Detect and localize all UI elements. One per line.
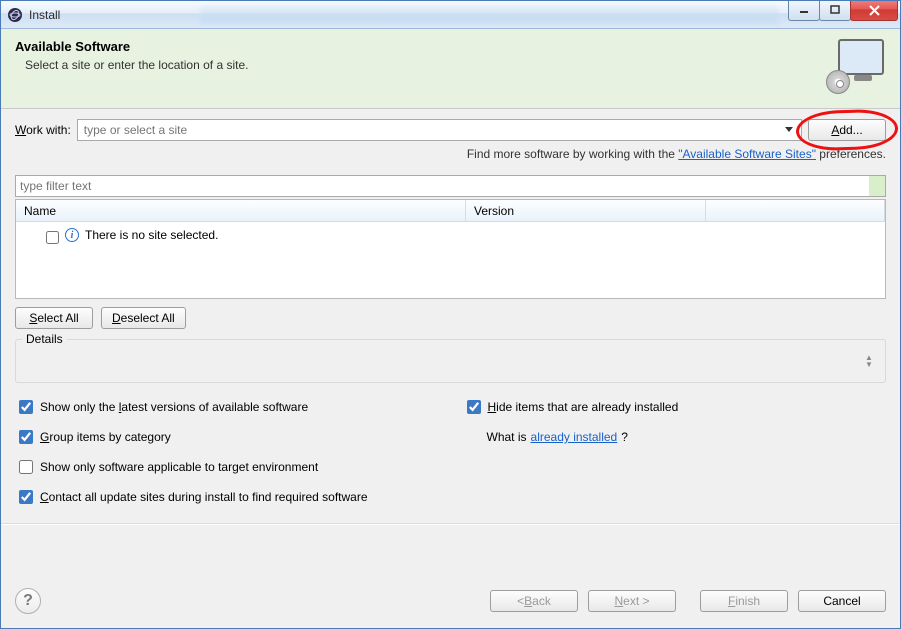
column-name[interactable]: Name — [16, 200, 466, 221]
work-with-label: Work with: — [15, 123, 71, 137]
software-tree[interactable]: Name Version i There is no site selected… — [15, 199, 886, 299]
tree-empty-message: There is no site selected. — [85, 228, 218, 242]
tree-item-checkbox[interactable] — [46, 231, 59, 244]
column-version[interactable]: Version — [466, 200, 706, 221]
opt-group-category-checkbox[interactable] — [19, 430, 33, 444]
filter-input[interactable] — [16, 179, 869, 193]
opt-target-env-checkbox[interactable] — [19, 460, 33, 474]
install-icon — [826, 39, 886, 94]
wizard-footer: ? < Back Next > Finish Cancel — [1, 574, 900, 628]
opt-target-env[interactable]: Show only software applicable to target … — [15, 457, 439, 477]
opt-hide-installed-checkbox[interactable] — [467, 400, 481, 414]
back-button[interactable]: < Back — [490, 590, 578, 612]
finish-button[interactable]: Finish — [700, 590, 788, 612]
info-icon: i — [65, 228, 79, 242]
tree-header: Name Version — [16, 200, 885, 222]
banner-subtitle: Select a site or enter the location of a… — [25, 58, 826, 72]
opt-group-category[interactable]: Group items by category — [15, 427, 439, 447]
work-with-combo[interactable] — [77, 119, 802, 141]
opt-hide-installed[interactable]: Hide items that are already installed — [463, 397, 887, 417]
cancel-button[interactable]: Cancel — [798, 590, 886, 612]
options-grid: Show only the latest versions of availab… — [15, 397, 886, 507]
titlebar: Install — [1, 1, 900, 29]
dialog-body: Work with: Add... Find more software by … — [1, 109, 900, 574]
maximize-button[interactable] — [819, 1, 851, 21]
opt-contact-sites-checkbox[interactable] — [19, 490, 33, 504]
software-sites-hint: Find more software by working with the "… — [15, 147, 886, 161]
what-is-installed: What is already installed? — [487, 427, 887, 447]
filter-field[interactable] — [15, 175, 886, 197]
chevron-down-icon: ▼ — [865, 361, 879, 368]
titlebar-blur — [200, 6, 779, 24]
tree-body: i There is no site selected. — [16, 222, 885, 298]
add-button[interactable]: Add... — [808, 119, 886, 141]
minimize-button[interactable] — [788, 1, 820, 21]
deselect-all-button[interactable]: Deselect All — [101, 307, 186, 329]
opt-show-latest-checkbox[interactable] — [19, 400, 33, 414]
opt-show-latest[interactable]: Show only the latest versions of availab… — [15, 397, 439, 417]
filter-decoration — [869, 176, 885, 196]
opt-contact-sites[interactable]: Contact all update sites during install … — [15, 487, 886, 507]
select-all-button[interactable]: Select All — [15, 307, 93, 329]
separator — [1, 523, 900, 525]
window-title: Install — [29, 8, 60, 22]
next-button[interactable]: Next > — [588, 590, 676, 612]
install-dialog: Install Available Software Select a site… — [0, 0, 901, 629]
details-label: Details — [22, 332, 67, 346]
window-controls — [789, 1, 898, 21]
banner-title: Available Software — [15, 39, 826, 54]
details-group: Details ▲ ▼ — [15, 339, 886, 383]
already-installed-link[interactable]: already installed — [531, 430, 618, 444]
close-button[interactable] — [850, 1, 898, 21]
help-button[interactable]: ? — [15, 588, 41, 614]
eclipse-icon — [7, 7, 23, 23]
available-sites-link[interactable]: "Available Software Sites" — [678, 147, 816, 161]
column-spacer — [706, 200, 885, 221]
work-with-input[interactable] — [82, 122, 781, 138]
wizard-banner: Available Software Select a site or ente… — [1, 29, 900, 109]
dropdown-arrow-icon[interactable] — [781, 120, 797, 140]
details-spinner[interactable]: ▲ ▼ — [865, 354, 879, 368]
